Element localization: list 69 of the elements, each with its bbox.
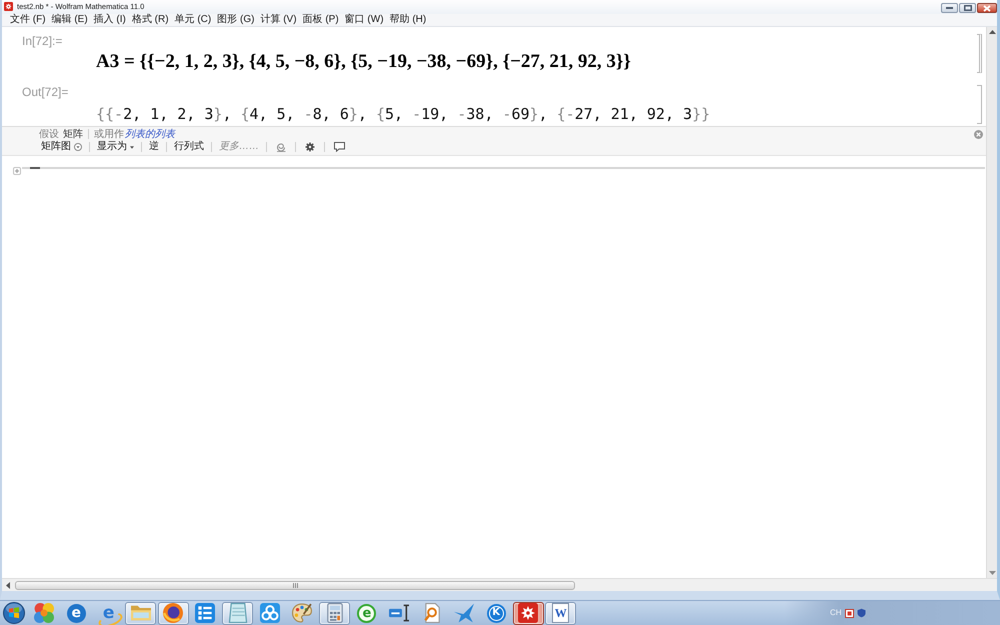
- menu-item[interactable]: 编辑 (E): [48, 14, 91, 26]
- alternative-label: 或用作: [94, 128, 124, 140]
- maximize-button[interactable]: [959, 3, 976, 13]
- letter-logo[interactable]: K: [486, 604, 506, 622]
- letter-logo: W: [552, 603, 570, 623]
- menu-button[interactable]: 显示为: [95, 141, 136, 153]
- close-icon[interactable]: [974, 130, 983, 138]
- left-arrow-icon[interactable]: [6, 582, 10, 588]
- grip-icon: [292, 582, 298, 588]
- letter-logo[interactable]: e: [357, 604, 376, 622]
- assumption-value: 矩阵: [63, 128, 83, 141]
- taskbar-button[interactable]: [512, 602, 544, 624]
- menu-item[interactable]: 格式 (R): [128, 14, 172, 26]
- letter-logo[interactable]: e: [66, 604, 86, 622]
- circled-caret-icon: [74, 143, 82, 151]
- input-box-icon[interactable]: [389, 603, 410, 623]
- caret-icon: [130, 146, 134, 148]
- output-label: Out[72]=: [22, 85, 68, 99]
- close-icon: [983, 4, 991, 12]
- gear-icon: [518, 603, 538, 623]
- menu-item[interactable]: 图形 (G): [214, 14, 258, 26]
- taskbar-button[interactable]: [158, 602, 189, 624]
- maximize-icon: [964, 5, 972, 11]
- menu-item[interactable]: 插入 (I): [90, 14, 129, 26]
- vertical-scrollbar[interactable]: [986, 27, 997, 578]
- horizontal-scrollbar[interactable]: [2, 578, 997, 591]
- settings-icon[interactable]: [305, 142, 315, 152]
- menu-item[interactable]: 计算 (V): [257, 14, 300, 26]
- bird-icon[interactable]: [454, 603, 474, 623]
- menu-item[interactable]: 窗口 (W): [342, 14, 387, 26]
- command-button[interactable]: 行列式: [172, 141, 206, 153]
- palette-icon[interactable]: [292, 603, 312, 623]
- rings-icon[interactable]: [260, 603, 280, 623]
- swirl-icon[interactable]: [276, 142, 286, 152]
- shield-icon[interactable]: [856, 608, 866, 618]
- speech-bubble-icon[interactable]: [334, 142, 345, 152]
- circles-icon[interactable]: [34, 603, 54, 623]
- start-orb-icon[interactable]: [3, 602, 25, 624]
- alternative-link[interactable]: 列表的列表: [125, 127, 175, 141]
- taskbar-button[interactable]: [319, 602, 350, 624]
- menu-item[interactable]: 帮助 (H): [386, 14, 430, 26]
- close-button[interactable]: [977, 3, 997, 13]
- scrollbar-thumb[interactable]: [15, 580, 575, 590]
- input-expression[interactable]: A3 = {{−2, 1, 2, 3}, {4, 5, −8, 6}, {5, −19, −38, −69}, {−27, 21, 92, 3}}: [96, 51, 631, 73]
- cell-insertion-line[interactable]: [22, 167, 985, 169]
- gear-icon: [4, 2, 13, 11]
- globe-icon: [163, 603, 184, 623]
- minimize-icon: [946, 7, 953, 9]
- square-icon[interactable]: [844, 608, 854, 618]
- notepad-icon: [228, 603, 248, 623]
- menu-item[interactable]: 面板 (P): [300, 14, 342, 26]
- plus-icon[interactable]: [13, 167, 21, 175]
- list-icon[interactable]: [195, 603, 216, 623]
- up-arrow-icon[interactable]: [988, 30, 996, 34]
- down-arrow-icon[interactable]: [988, 571, 996, 575]
- magnifier-document-icon[interactable]: [422, 603, 442, 623]
- dropdown-button[interactable]: 矩阵图: [39, 141, 84, 153]
- minimize-button[interactable]: [941, 3, 958, 13]
- input-label: In[72]:=: [22, 34, 62, 48]
- output-expression: {{-2, 1, 2, 3}, {4, 5, -8, 6}, {5, -19, -38, -69}, {-27, 21, 92, 3}}: [96, 104, 710, 124]
- folder-icon: [130, 603, 151, 623]
- calculator-icon: [324, 603, 345, 623]
- cell-bracket[interactable]: [977, 34, 982, 73]
- command-button[interactable]: 逆: [147, 141, 161, 153]
- taskbar-button[interactable]: W: [545, 602, 576, 624]
- assumption-label: 假设: [39, 128, 59, 140]
- cell-bracket[interactable]: [977, 85, 982, 124]
- menu-item[interactable]: 单元 (C): [172, 14, 214, 26]
- menu-item[interactable]: 文件 (F): [7, 14, 49, 26]
